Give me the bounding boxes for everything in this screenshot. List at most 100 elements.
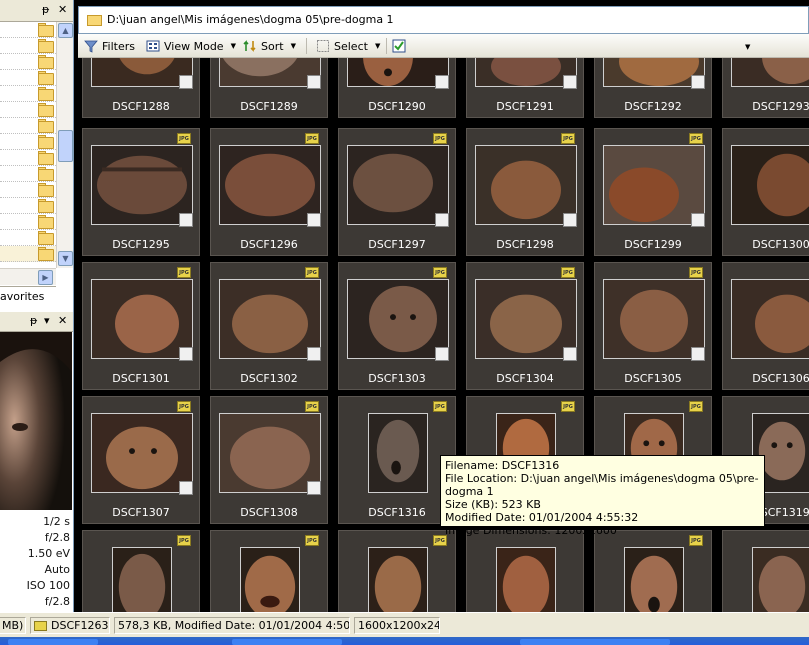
jpg-badge-icon: JPG xyxy=(305,401,319,412)
folder-horizontal-scrollbar[interactable]: ▶ xyxy=(0,268,56,285)
thumbnail-tile[interactable]: JPG xyxy=(82,530,200,612)
thumbnail-select-box[interactable] xyxy=(307,213,321,227)
address-path[interactable]: D:\juan angel\Mis imágenes\dogma 05\pre-… xyxy=(107,13,394,26)
filters-button[interactable]: Filters xyxy=(84,39,135,53)
thumbnail-select-box[interactable] xyxy=(307,481,321,495)
jpg-badge-icon: JPG xyxy=(433,401,447,412)
thumbnail-select-box[interactable] xyxy=(435,213,449,227)
close-icon[interactable]: ✕ xyxy=(58,4,67,16)
chevron-down-icon: ▼ xyxy=(230,42,236,50)
folder-item-selected[interactable] xyxy=(0,246,56,262)
folder-item[interactable] xyxy=(0,118,56,134)
address-bar[interactable]: D:\juan angel\Mis imágenes\dogma 05\pre-… xyxy=(78,6,809,34)
folder-item[interactable] xyxy=(0,22,56,38)
thumbnail-select-box[interactable] xyxy=(307,75,321,89)
thumbnail-tile[interactable]: JPG DSCF1295 xyxy=(82,128,200,256)
taskbar-item[interactable] xyxy=(232,639,342,645)
thumbnail-select-box[interactable] xyxy=(179,347,193,361)
scroll-thumb[interactable] xyxy=(58,130,73,162)
thumbnail-tile[interactable]: JPG DSCF1299 xyxy=(594,128,712,256)
folder-item[interactable] xyxy=(0,150,56,166)
thumbnail-tile[interactable]: JPGDSCF1300 xyxy=(722,128,809,256)
folder-vertical-scrollbar[interactable]: ▲ ▼ xyxy=(56,22,73,268)
taskbar-item[interactable] xyxy=(520,639,670,645)
scroll-down-icon[interactable]: ▼ xyxy=(58,251,73,266)
thumbnail-select-box[interactable] xyxy=(435,347,449,361)
thumbnail-tile[interactable]: JPG DSCF1297 xyxy=(338,128,456,256)
thumbnail-select-box[interactable] xyxy=(563,347,577,361)
check-button[interactable] xyxy=(392,39,406,53)
pin-icon[interactable]: ᵽ xyxy=(30,315,37,327)
thumbnail-tile[interactable]: JPG DSCF1305 xyxy=(594,262,712,390)
thumbnail-tile[interactable]: DSCF1288 xyxy=(82,58,200,118)
thumbnail-tile[interactable] xyxy=(466,530,584,612)
thumbnail-caption: DSCF1303 xyxy=(368,372,426,385)
folder-item[interactable] xyxy=(0,86,56,102)
thumbnail-select-box[interactable] xyxy=(179,75,193,89)
thumbnail-tile[interactable]: JPG DSCF1304 xyxy=(466,262,584,390)
thumbnail-tile[interactable] xyxy=(722,530,809,612)
thumbnail-tile[interactable]: DSCF1293 xyxy=(722,58,809,118)
thumbnail-tile[interactable]: DSCF1289 xyxy=(210,58,328,118)
thumbnail-tile[interactable]: JPG DSCF1307 xyxy=(82,396,200,524)
thumbnail-tile[interactable]: DSCF1292 xyxy=(594,58,712,118)
thumbnail-caption: DSCF1299 xyxy=(624,238,682,251)
pin-icon[interactable]: ᵽ xyxy=(42,4,49,16)
folder-item[interactable] xyxy=(0,102,56,118)
thumbnail-tile[interactable]: JPG DSCF1316 xyxy=(338,396,456,524)
thumbnail-tile[interactable]: DSCF1290 xyxy=(338,58,456,118)
jpg-badge-icon: JPG xyxy=(177,535,191,546)
sort-button[interactable]: Sort ▼ xyxy=(243,39,296,53)
select-button[interactable]: Select ▼ xyxy=(316,39,380,53)
folder-item[interactable] xyxy=(0,166,56,182)
thumbnail-tile[interactable]: JPG xyxy=(594,530,712,612)
scroll-right-icon[interactable]: ▶ xyxy=(38,270,53,285)
thumbnail-select-box[interactable] xyxy=(435,75,449,89)
thumbnail-tile[interactable]: JPG DSCF1302 xyxy=(210,262,328,390)
thumbnail-select-box[interactable] xyxy=(307,347,321,361)
jpg-badge-icon: JPG xyxy=(305,133,319,144)
status-info: 578,3 KB, Modified Date: 01/01/2004 4:50… xyxy=(114,617,350,634)
folder-item[interactable] xyxy=(0,70,56,86)
thumbnail-tile[interactable]: JPG DSCF1301 xyxy=(82,262,200,390)
thumbnail-tile[interactable]: JPGDSCF1306 xyxy=(722,262,809,390)
folder-item[interactable] xyxy=(0,182,56,198)
thumbnail-tile[interactable]: JPG xyxy=(210,530,328,612)
thumbnail-select-box[interactable] xyxy=(691,75,705,89)
thumbnail-tile[interactable]: DSCF1291 xyxy=(466,58,584,118)
taskbar-item[interactable] xyxy=(8,639,98,645)
tooltip-location: File Location: D:\juan angel\Mis imágene… xyxy=(445,472,759,498)
folder-item[interactable] xyxy=(0,214,56,230)
thumbnail-select-box[interactable] xyxy=(563,75,577,89)
toolbar-separator xyxy=(306,38,307,54)
thumbnail-tile[interactable]: JPG DSCF1303 xyxy=(338,262,456,390)
sort-icon xyxy=(243,40,256,52)
folder-item[interactable] xyxy=(0,38,56,54)
folder-item[interactable] xyxy=(0,230,56,246)
thumbnail-tile[interactable]: JPG DSCF1308 xyxy=(210,396,328,524)
thumbnail-tile[interactable]: JPG DSCF1298 xyxy=(466,128,584,256)
thumbnail-select-box[interactable] xyxy=(179,213,193,227)
toolbar-overflow[interactable]: ▼ xyxy=(742,43,750,51)
thumbnail-select-box[interactable] xyxy=(563,213,577,227)
thumbnail-tile[interactable]: JPG xyxy=(338,530,456,612)
preview-pane: ᵽ ▾ ✕ 1/2 s f/2.8 1.50 eV Auto ISO 100 f… xyxy=(0,312,74,612)
folder-item[interactable] xyxy=(0,54,56,70)
folder-item[interactable] xyxy=(0,134,56,150)
exif-max-aperture: f/2.8 xyxy=(44,595,70,608)
thumbnail-caption: DSCF1293 xyxy=(752,100,809,113)
close-icon[interactable]: ✕ xyxy=(58,315,67,327)
tooltip-dimensions: Image Dimensions: 1200x1600 xyxy=(445,524,617,537)
favorites-tab[interactable]: avorites xyxy=(0,286,56,306)
thumbnail-select-box[interactable] xyxy=(691,213,705,227)
folder-item[interactable] xyxy=(0,198,56,214)
dropdown-icon[interactable]: ▾ xyxy=(44,315,50,327)
thumbnail-select-box[interactable] xyxy=(691,347,705,361)
thumbnail-caption: DSCF1304 xyxy=(496,372,554,385)
thumbnail-image xyxy=(347,145,449,225)
thumbnail-tile[interactable]: JPG DSCF1296 xyxy=(210,128,328,256)
scroll-up-icon[interactable]: ▲ xyxy=(58,23,73,38)
thumbnail-select-box[interactable] xyxy=(179,481,193,495)
exif-shutter: 1/2 s xyxy=(43,515,70,528)
view-mode-button[interactable]: View Mode ▼ xyxy=(146,39,236,53)
